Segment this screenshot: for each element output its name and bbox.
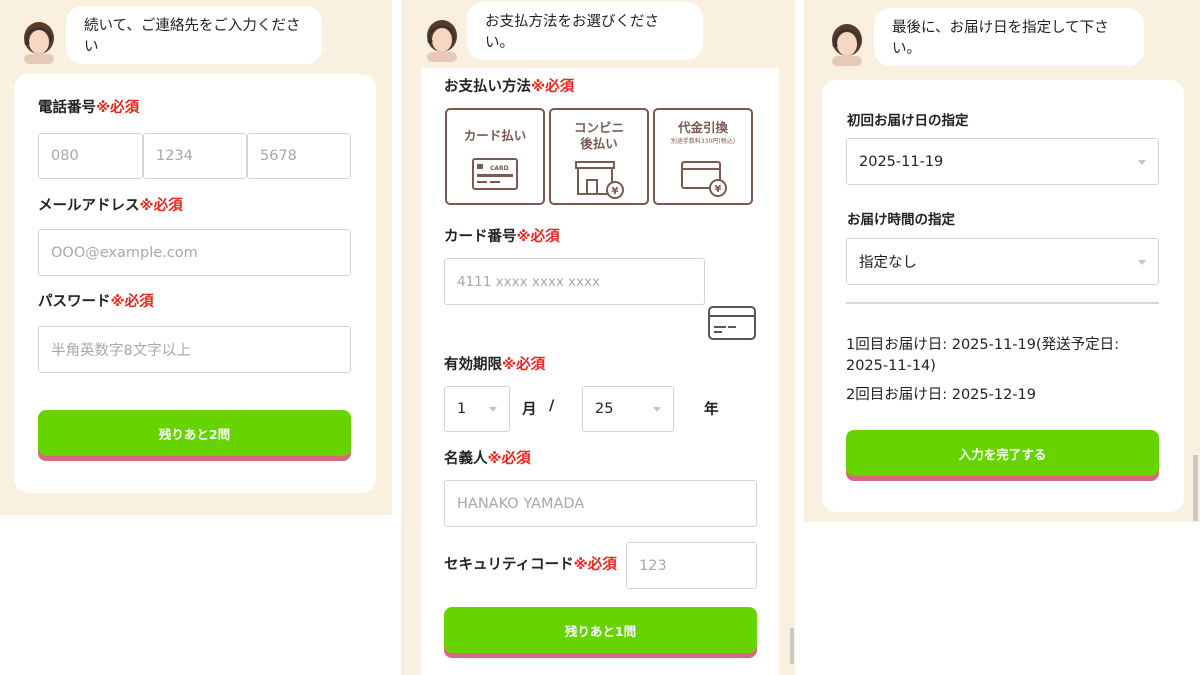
svg-text:¥: ¥ <box>715 184 722 195</box>
payment-option-convenience[interactable]: コンビニ 後払い ¥ <box>549 108 649 205</box>
required-mark: ※必須 <box>110 294 154 310</box>
required-mark: ※必須 <box>487 451 531 467</box>
panel-payment: お支払方法をお選びください。 お支払い方法※必須 カード払い CARD コンビニ… <box>401 0 795 675</box>
svg-text:¥: ¥ <box>612 186 619 197</box>
convenience-store-icon: ¥ <box>575 161 624 199</box>
chat-bubble-text: 続いて、ご連絡先をご入力ください <box>84 18 301 55</box>
complete-button[interactable]: 入力を完了する <box>846 430 1159 476</box>
operator-avatar <box>20 20 58 64</box>
phone-field-1[interactable]: 080 <box>38 133 143 179</box>
chat-bubble: 続いて、ご連絡先をご入力ください <box>66 6 322 64</box>
operator-avatar <box>828 22 866 66</box>
summary-line-3: 2回目お届け日: 2025-12-19 <box>846 387 1036 403</box>
cash-on-delivery-icon: ¥ <box>681 161 727 197</box>
next-button[interactable]: 残りあと2問 <box>38 410 351 456</box>
summary-line-2: 2025-11-14) <box>846 358 936 374</box>
expiry-label: 有効期限※必須 <box>444 357 546 373</box>
required-mark: ※必須 <box>516 229 560 245</box>
email-label: メールアドレス※必須 <box>38 198 183 214</box>
chat-bubble-text: お支払方法をお選びください。 <box>485 14 659 51</box>
divider <box>846 302 1159 304</box>
card-holder-field[interactable]: HANAKO YAMADA <box>444 480 757 527</box>
chevron-down-icon <box>489 407 497 412</box>
chevron-down-icon <box>653 407 661 412</box>
required-mark: ※必須 <box>531 79 575 95</box>
chat-bubble: お支払方法をお選びください。 <box>467 2 703 60</box>
chevron-down-icon <box>1138 159 1146 165</box>
expiry-month-select[interactable]: 1 <box>444 386 510 432</box>
panel-delivery: 最後に、お届け日を指定して下さい。 初回お届け日の指定 2025-11-19 お… <box>804 0 1200 675</box>
month-unit: 月 <box>522 402 537 418</box>
scrollbar[interactable] <box>790 628 794 664</box>
expiry-separator: / <box>549 398 555 414</box>
card-number-field[interactable]: 4111 xxxx xxxx xxxx <box>444 258 705 305</box>
holder-label: 名義人※必須 <box>444 451 531 467</box>
security-code-field[interactable]: 123 <box>626 542 757 589</box>
delivery-time-label: お届け時間の指定 <box>847 212 955 228</box>
required-mark: ※必須 <box>502 357 546 373</box>
chat-bubble-text: 最後に、お届け日を指定して下さい。 <box>892 20 1109 57</box>
card-icon <box>708 306 756 340</box>
chevron-down-icon <box>1138 259 1146 265</box>
first-delivery-date-select[interactable]: 2025-11-19 <box>846 138 1159 185</box>
operator-avatar <box>423 18 461 62</box>
security-code-label: セキュリティコード※必須 <box>444 557 617 573</box>
password-field[interactable]: 半角英数字8文字以上 <box>38 326 351 373</box>
first-delivery-label: 初回お届け日の指定 <box>847 113 969 129</box>
expiry-year-select[interactable]: 25 <box>582 386 674 432</box>
required-mark: ※必須 <box>96 100 140 116</box>
payment-method-label: お支払い方法※必須 <box>444 79 575 95</box>
scrollbar[interactable] <box>1193 455 1198 521</box>
phone-field-2[interactable]: 1234 <box>143 133 247 179</box>
phone-label: 電話番号※必須 <box>38 100 140 116</box>
payment-option-cod[interactable]: 代金引換 別途手数料330円(税込) ¥ <box>653 108 753 205</box>
required-mark: ※必須 <box>573 557 617 573</box>
credit-card-icon: CARD <box>472 158 518 190</box>
panel-contact: 続いて、ご連絡先をご入力ください 電話番号※必須 080 1234 5678 メ… <box>0 0 392 675</box>
summary-line-1: 1回目お届け日: 2025-11-19(発送予定日: <box>846 337 1120 353</box>
delivery-time-select[interactable]: 指定なし <box>846 238 1159 285</box>
year-unit: 年 <box>704 402 719 418</box>
password-label: パスワード※必須 <box>38 294 154 310</box>
card-number-label: カード番号※必須 <box>444 229 560 245</box>
phone-field-3[interactable]: 5678 <box>247 133 351 179</box>
svg-text:CARD: CARD <box>490 165 509 172</box>
chat-bubble: 最後に、お届け日を指定して下さい。 <box>874 8 1144 66</box>
payment-option-card[interactable]: カード払い CARD <box>445 108 545 205</box>
required-mark: ※必須 <box>139 198 183 214</box>
email-field[interactable]: OOO@example.com <box>38 229 351 276</box>
next-button[interactable]: 残りあと1問 <box>444 607 757 653</box>
